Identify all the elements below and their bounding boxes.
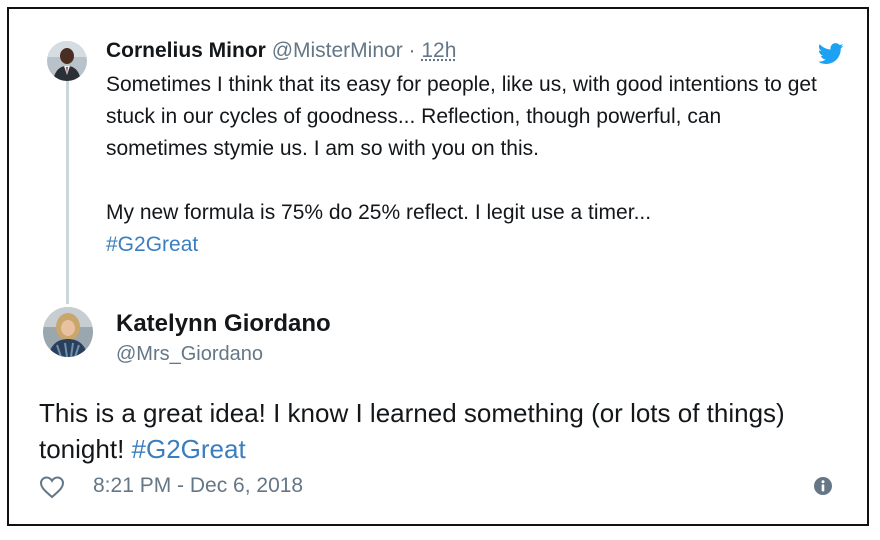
tweet-timestamp[interactable]: 8:21 PM - Dec 6, 2018	[93, 472, 303, 500]
thread-connector-line	[66, 76, 69, 304]
main-author-name[interactable]: Katelynn Giordano	[116, 309, 331, 339]
parent-tweet-time[interactable]: 12h	[421, 39, 456, 62]
main-author-avatar[interactable]	[43, 307, 93, 357]
embedded-tweet-card: Cornelius Minor @MisterMinor · 12h Somet…	[7, 7, 869, 526]
avatar-image	[43, 307, 93, 357]
parent-tweet-paragraph: My new formula is 75% do 25% reflect. I …	[106, 197, 826, 261]
hashtag-link[interactable]: #G2Great	[106, 233, 198, 256]
parent-author-avatar[interactable]	[47, 41, 87, 81]
twitter-bird-icon[interactable]	[818, 43, 844, 65]
parent-author-handle[interactable]: @MisterMinor	[272, 39, 403, 62]
heart-icon[interactable]	[39, 475, 65, 499]
parent-tweet-header: Cornelius Minor @MisterMinor · 12h	[106, 37, 456, 65]
info-icon[interactable]	[813, 476, 833, 496]
parent-tweet-text: Sometimes I think that its easy for peop…	[106, 69, 826, 261]
avatar-image	[47, 41, 87, 81]
parent-tweet-paragraph-text: My new formula is 75% do 25% reflect. I …	[106, 201, 652, 224]
main-author-handle[interactable]: @Mrs_Giordano	[116, 341, 263, 367]
parent-author-name[interactable]: Cornelius Minor	[106, 39, 266, 62]
parent-tweet-paragraph: Sometimes I think that its easy for peop…	[106, 73, 817, 160]
main-tweet-text: This is a great idea! I know I learned s…	[39, 395, 839, 467]
header-separator: ·	[408, 39, 416, 62]
main-tweet-paragraph: This is a great idea! I know I learned s…	[39, 395, 839, 467]
hashtag-link[interactable]: #G2Great	[132, 434, 246, 464]
